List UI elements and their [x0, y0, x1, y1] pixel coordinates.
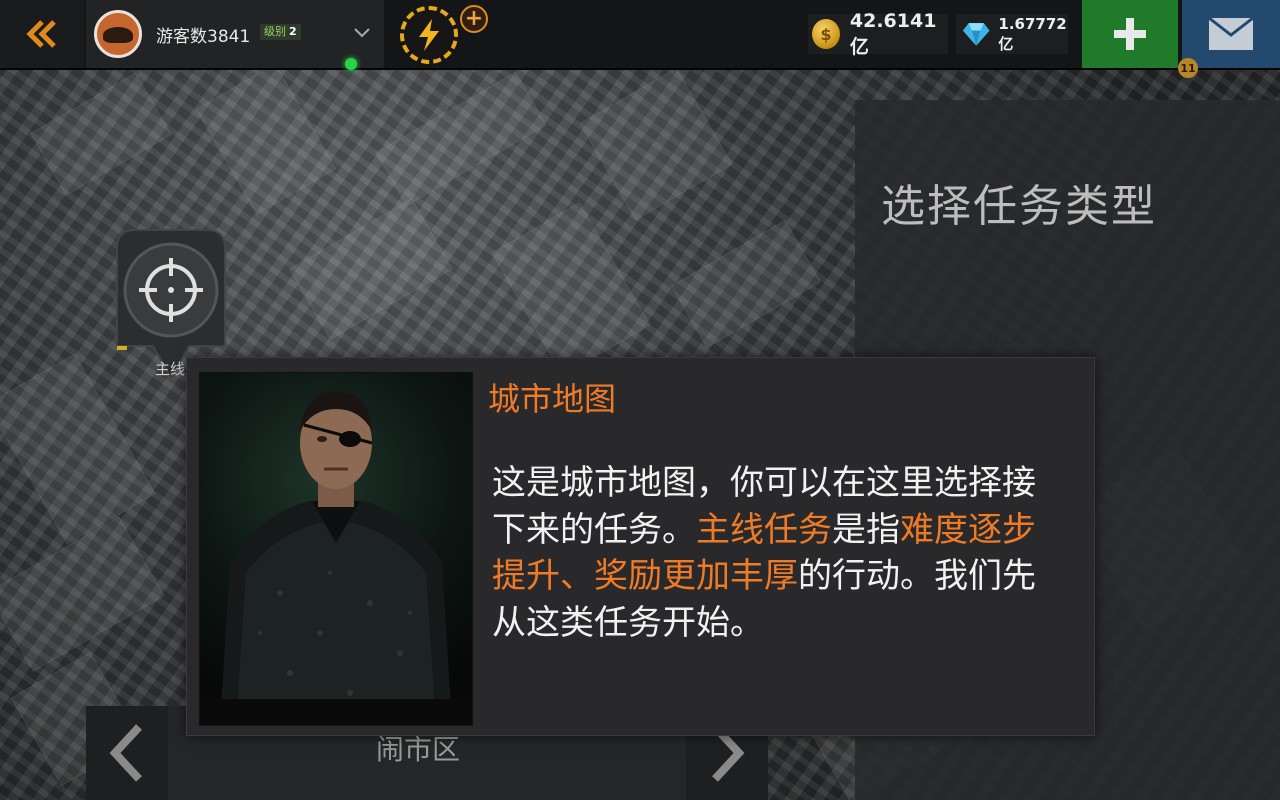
avatar-icon: [103, 27, 133, 43]
plus-icon[interactable]: +: [460, 5, 488, 33]
dialog-text-part2: 是指: [832, 509, 900, 550]
main-mission-marker[interactable]: [107, 228, 235, 378]
top-bar: 游客数3841 级别 2 + $ 42.6141亿 1.67772亿: [0, 0, 1280, 70]
dialog-body: 这是城市地图，你可以在这里选择接下来的任务。主线任务是指难度逐步提升、奖励更加丰…: [492, 460, 1064, 646]
energy-button[interactable]: [400, 6, 458, 64]
lightning-icon: [419, 19, 439, 51]
dialog-highlight-main-mission: 主线任务: [696, 509, 832, 550]
chevron-left-icon: [109, 724, 142, 782]
gem-value: 1.67772亿: [998, 14, 1067, 53]
gem-counter: 1.67772亿: [956, 14, 1068, 54]
player-profile[interactable]: 游客数3841 级别 2: [86, 0, 384, 68]
level-value: 2: [289, 25, 297, 38]
coin-value: 42.6141亿: [849, 9, 937, 58]
double-chevron-left-icon: [26, 20, 56, 48]
character-portrait: [199, 372, 473, 726]
level-badge: 级别 2: [260, 24, 301, 40]
plus-icon: [1114, 18, 1146, 50]
online-status-dot: [345, 58, 357, 70]
coin-icon: $: [812, 19, 840, 49]
mail-button[interactable]: [1182, 0, 1280, 68]
commander-portrait-image: [200, 391, 472, 725]
dialog-title: 城市地图: [488, 380, 617, 418]
mail-count-badge: 11: [1178, 58, 1198, 78]
coin-counter: $ 42.6141亿: [808, 10, 948, 58]
diamond-icon: [962, 23, 990, 46]
level-label: 级别: [264, 25, 286, 38]
marker-label: 主线: [155, 360, 186, 378]
prev-district-button[interactable]: [86, 706, 168, 800]
avatar[interactable]: [94, 10, 142, 58]
panel-title: 选择任务类型: [881, 181, 1157, 232]
tutorial-dialog[interactable]: 城市地图 这是城市地图，你可以在这里选择接下来的任务。主线任务是指难度逐步提升、…: [186, 357, 1095, 736]
chevron-down-icon[interactable]: [352, 22, 372, 42]
back-button[interactable]: [0, 0, 84, 68]
mail-icon: [1208, 17, 1254, 50]
add-currency-button[interactable]: [1082, 0, 1178, 68]
player-name: 游客数3841: [156, 27, 251, 47]
